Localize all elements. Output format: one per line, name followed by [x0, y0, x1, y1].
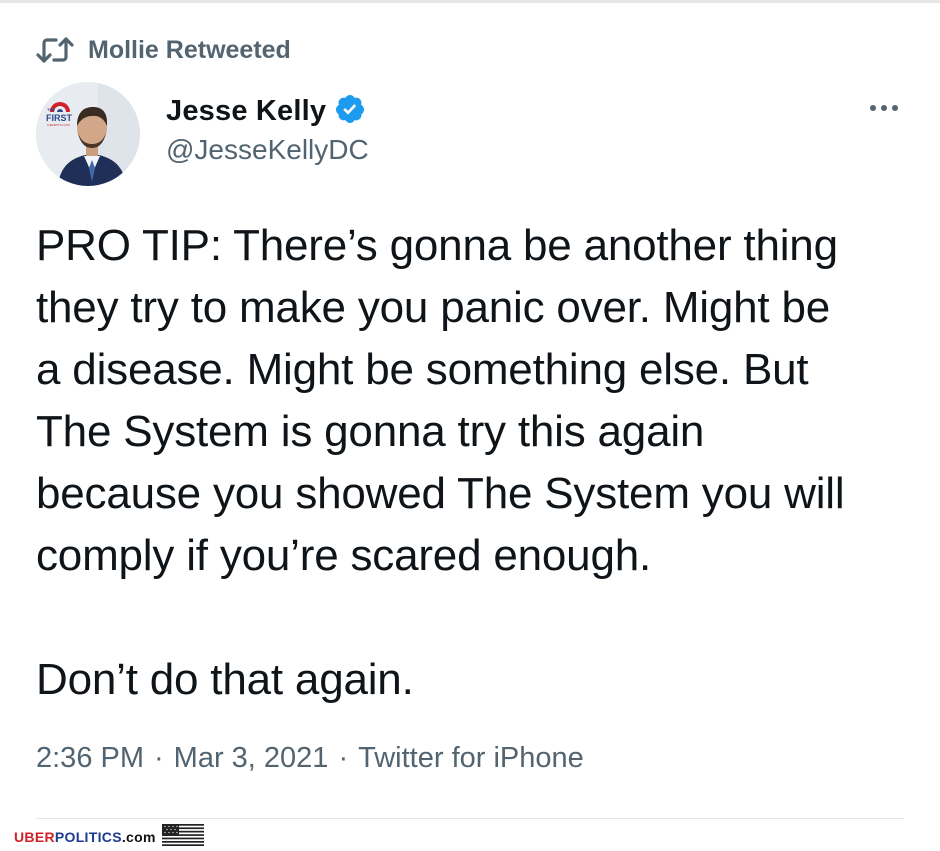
tweet-paragraph: Don’t do that again. [36, 655, 414, 704]
bottom-divider [36, 818, 904, 819]
more-options-button[interactable] [862, 95, 906, 121]
us-flag-icon [161, 823, 204, 851]
retweet-context[interactable]: Mollie Retweeted [36, 30, 291, 70]
watermark-part1: UBER [14, 829, 55, 845]
avatar-logo-small: THE [47, 107, 55, 112]
tweet-date[interactable]: Mar 3, 2021 [174, 742, 329, 775]
tweet-body: PRO TIP: There’s gonna be another thing … [36, 215, 916, 711]
tweet-card[interactable]: Mollie Retweeted THE FIRST THEFIRSTTV.CO… [0, 0, 940, 851]
watermark-text: UBERPOLITICS.com [14, 829, 156, 845]
watermark: UBERPOLITICS.com [14, 823, 204, 851]
avatar-logo-text: FIRST [46, 113, 73, 123]
meta-separator: · [338, 742, 349, 774]
meta-separator: · [154, 742, 164, 774]
watermark-part3: .com [121, 829, 156, 845]
verified-badge-icon [334, 93, 366, 130]
author-handle[interactable]: @JesseKellyDC [166, 134, 369, 166]
avatar-logo-sub: THEFIRSTTV.COM [47, 123, 70, 127]
author-info[interactable]: Jesse Kelly @JesseKellyDC [166, 92, 369, 166]
watermark-part2: POLITICS [54, 829, 122, 845]
author-name[interactable]: Jesse Kelly [166, 95, 326, 128]
avatar[interactable]: THE FIRST THEFIRSTTV.COM [36, 82, 140, 186]
more-options-icon [870, 105, 898, 111]
retweet-icon [36, 35, 74, 65]
retweet-label: Mollie Retweeted [88, 35, 291, 64]
tweet-meta: 2:36 PM · Mar 3, 2021 · Twitter for iPho… [36, 742, 584, 775]
tweet-source[interactable]: Twitter for iPhone [358, 742, 584, 775]
tweet-time[interactable]: 2:36 PM [36, 742, 144, 775]
tweet-paragraph: PRO TIP: There’s gonna be another thing … [36, 221, 845, 580]
